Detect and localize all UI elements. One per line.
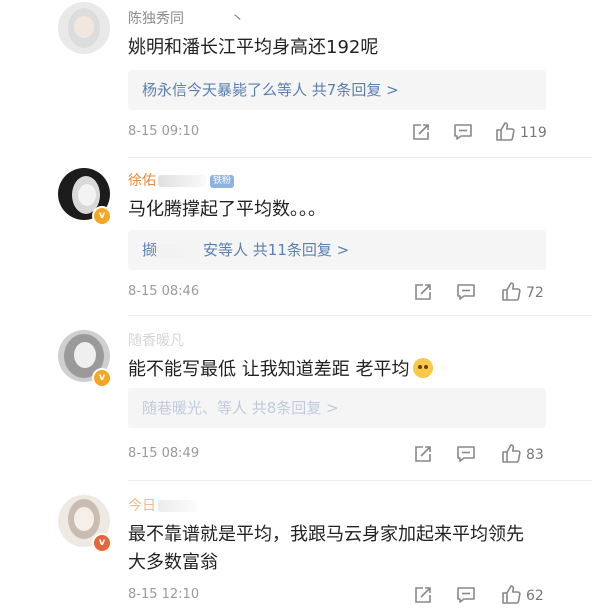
timestamp: 8-15 09:10 [128, 124, 200, 139]
share-icon[interactable] [413, 585, 433, 607]
comment-icon[interactable] [456, 282, 476, 304]
username[interactable]: 徐佑 铁粉 [128, 170, 235, 190]
reply-summary[interactable]: 随巷暖光、等人 共8条回复 > [128, 388, 546, 428]
like-button[interactable]: 119 [494, 122, 547, 144]
username-suffix: 丶 [230, 11, 245, 27]
username-text: 徐佑 [128, 173, 156, 189]
comment-text: 最不靠谱就是平均，我跟马云身家加起来平均领先 大多数富翁 [128, 521, 562, 577]
comment-text: 能不能写最低 让我知道差距 老平均 [128, 356, 562, 384]
verified-badge-icon: v [92, 206, 112, 226]
reply-summary-start: 撷 [142, 241, 158, 259]
timestamp: 8-15 08:46 [128, 284, 200, 299]
reply-summary[interactable]: 杨永信今天暴毙了么等人 共7条回复 > [128, 70, 546, 110]
reply-summary-text: 随巷暖光、等人 共8条回复 > [142, 399, 339, 417]
comment-text-line: 大多数富翁 [128, 552, 218, 573]
like-button[interactable]: 83 [500, 444, 544, 466]
like-count: 72 [526, 285, 544, 301]
like-count: 62 [526, 588, 544, 604]
comment-meta: 8-15 08:46 72 [128, 282, 562, 304]
username-text: 今日 [128, 498, 156, 514]
reply-summary-end: 安等人 共11条回复 > [203, 241, 350, 259]
thumbs-up-icon [500, 583, 522, 609]
comment-meta: 8-15 08:49 83 [128, 444, 562, 466]
timestamp: 8-15 08:49 [128, 446, 200, 461]
comment-item: v 随香暖凡 能不能写最低 让我知道差距 老平均 随巷暖光、等人 共8条回复 >… [0, 316, 592, 481]
verified-badge-icon: v [92, 533, 112, 553]
username[interactable]: 陈独秀同 丶 [128, 8, 244, 28]
comment-text: 马化腾撑起了平均数。。。 [128, 199, 326, 220]
share-icon[interactable] [413, 282, 433, 304]
like-count: 119 [520, 125, 547, 141]
avatar[interactable] [58, 2, 110, 54]
like-count: 83 [526, 447, 544, 463]
blurred-name [158, 500, 198, 512]
fan-badge: 铁粉 [210, 174, 235, 188]
username[interactable]: 随香暖凡 [128, 330, 184, 350]
reply-summary[interactable]: 撷 安等人 共11条回复 > [128, 230, 546, 270]
thumbs-up-icon [500, 280, 522, 306]
comment-icon[interactable] [453, 122, 473, 144]
like-button[interactable]: 62 [500, 585, 544, 607]
username-text: 陈独秀同 [128, 11, 184, 27]
username-text: 随香暖凡 [128, 333, 184, 349]
verified-badge-icon: v [92, 368, 112, 388]
comment-item: v 徐佑 铁粉 马化腾撑起了平均数。。。 撷 安等人 共11条回复 > 8-15 0… [0, 158, 592, 316]
blurred-name [157, 243, 204, 258]
thumbs-up-icon [494, 120, 516, 146]
comment-text-content: 能不能写最低 让我知道差距 老平均 [128, 359, 410, 380]
comment-item: 陈独秀同 丶 姚明和潘长江平均身高还192呢 杨永信今天暴毙了么等人 共7条回复… [0, 0, 592, 158]
comment-icon[interactable] [456, 444, 476, 466]
thumbs-up-icon [500, 442, 522, 468]
comment-item: v 今日 最不靠谱就是平均，我跟马云身家加起来平均领先 大多数富翁 8-15 1… [0, 481, 592, 615]
comment-meta: 8-15 12:10 62 [128, 585, 562, 607]
like-button[interactable]: 72 [500, 282, 544, 304]
comment-text: 姚明和潘长江平均身高还192呢 [128, 37, 379, 58]
comment-icon[interactable] [456, 585, 476, 607]
share-icon[interactable] [413, 444, 433, 466]
comment-meta: 8-15 09:10 119 [128, 122, 562, 144]
timestamp: 8-15 12:10 [128, 587, 200, 602]
blurred-name [158, 175, 206, 187]
username[interactable]: 今日 [128, 495, 198, 515]
doge-emoji-icon [413, 358, 434, 378]
comment-text-line: 最不靠谱就是平均，我跟马云身家加起来平均领先 [128, 524, 524, 545]
share-icon[interactable] [411, 122, 431, 144]
